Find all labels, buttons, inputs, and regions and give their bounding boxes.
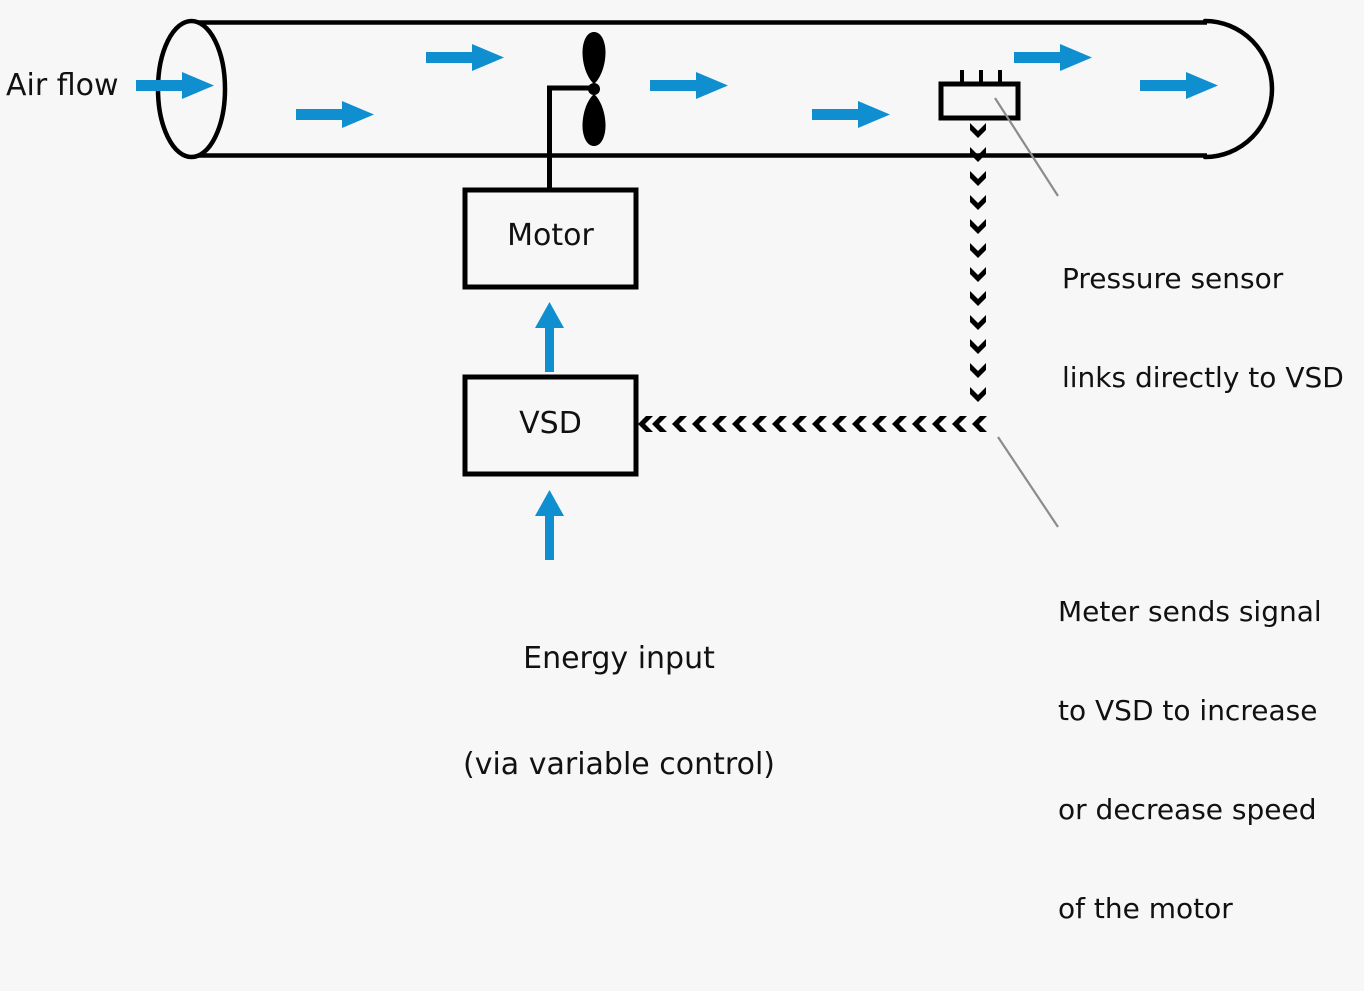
pressure-sensor-note-line-1: Pressure sensor <box>1062 262 1284 296</box>
leader-lines <box>994 97 1059 528</box>
pressure-sensor-body <box>938 81 1021 121</box>
air-flow-label: Air flow <box>6 68 119 103</box>
sensor-signal-path <box>638 123 987 432</box>
vsd-label: VSD <box>519 406 582 441</box>
meter-signal-note-line-4: of the motor <box>1058 892 1233 926</box>
motor-label: Motor <box>507 218 594 253</box>
meter-leader-line <box>997 436 1059 528</box>
pressure-sensor-note-line-2: links directly to VSD <box>1062 361 1344 395</box>
meter-signal-note-line-3: or decrease speed <box>1058 793 1317 827</box>
fan-hub <box>588 83 600 95</box>
energy-input-label: Energy input (via variable control) <box>457 570 781 853</box>
meter-signal-note-line-2: to VSD to increase <box>1058 694 1318 728</box>
energy-input-line-1: Energy input <box>523 640 715 676</box>
diagram-canvas: Air flow Motor VSD Energy input (via var… <box>0 0 1364 925</box>
meter-signal-note: Meter sends signal to VSD to increase or… <box>1058 529 1322 991</box>
pressure-sensor-note: Pressure sensor links directly to VSD <box>1062 196 1344 460</box>
meter-signal-note-line-1: Meter sends signal <box>1058 595 1322 629</box>
energy-input-line-2: (via variable control) <box>463 746 775 782</box>
